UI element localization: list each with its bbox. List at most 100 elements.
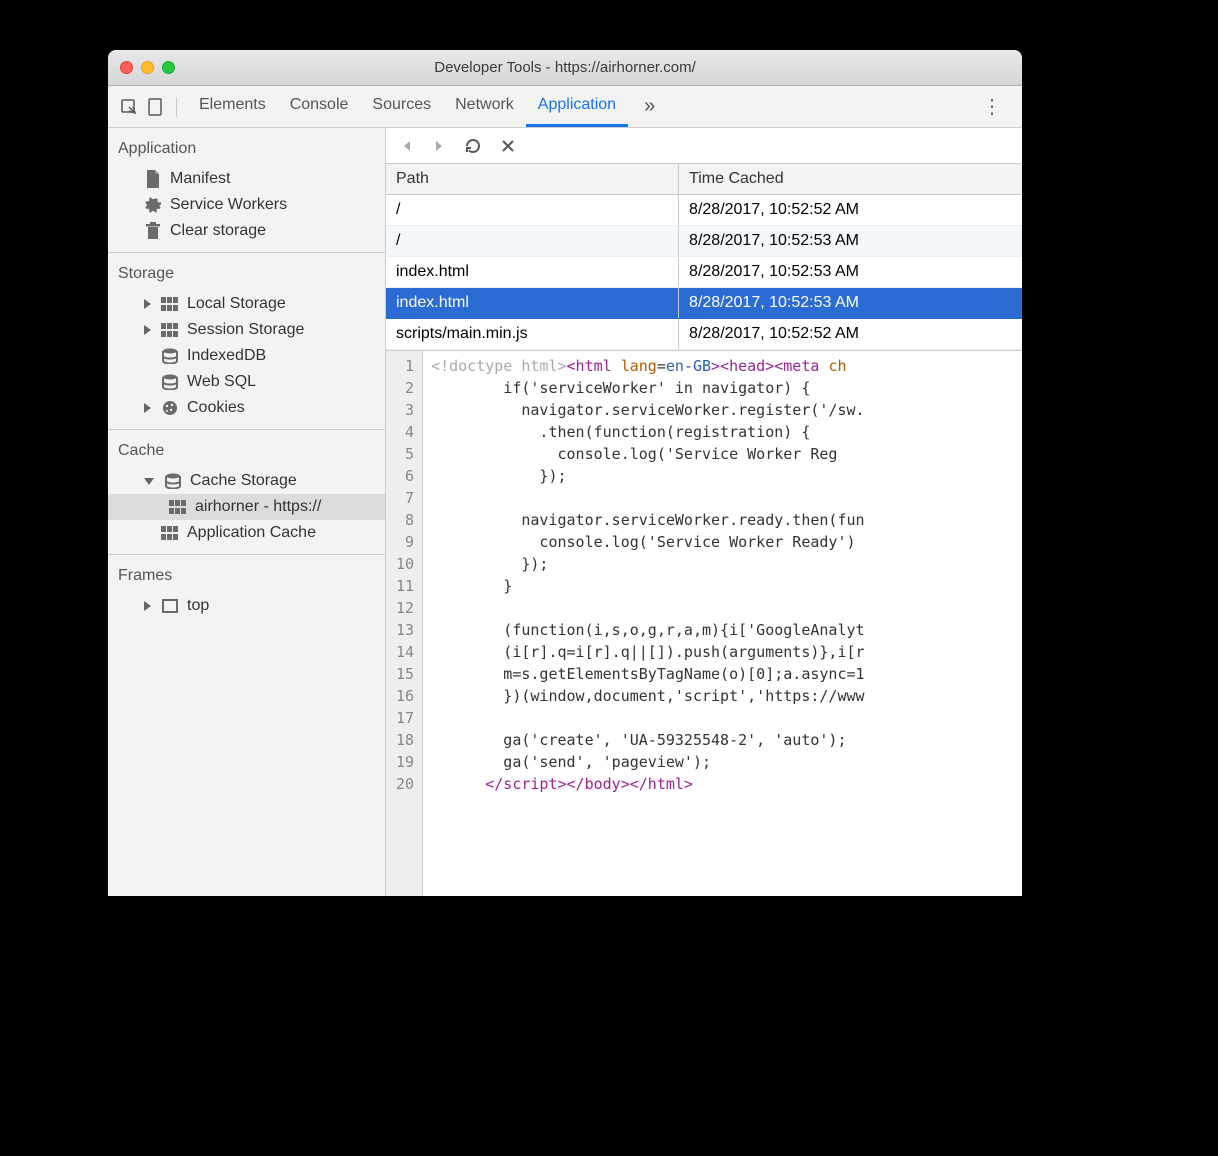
code-line	[431, 597, 864, 619]
device-toolbar-icon[interactable]	[144, 96, 166, 118]
tab-network[interactable]: Network	[443, 88, 526, 126]
line-number: 2	[396, 377, 414, 399]
delete-icon[interactable]	[500, 138, 516, 154]
code-line: console.log('Service Worker Reg	[431, 443, 864, 465]
section-title: Frames	[108, 555, 385, 593]
chevron-right-icon	[144, 299, 151, 309]
line-number: 12	[396, 597, 414, 619]
line-number: 9	[396, 531, 414, 553]
sidebar-item-label: Service Workers	[170, 196, 287, 214]
sidebar-item-airhorner-https[interactable]: airhorner - https://	[108, 494, 385, 520]
table-row[interactable]: /8/28/2017, 10:52:53 AM	[386, 226, 1022, 257]
sidebar-item-session-storage[interactable]: Session Storage	[108, 317, 385, 343]
sidebar-item-service-workers[interactable]: Service Workers	[108, 192, 385, 218]
refresh-icon[interactable]	[464, 137, 482, 155]
sidebar-item-top[interactable]: top	[108, 593, 385, 619]
table-row[interactable]: /8/28/2017, 10:52:52 AM	[386, 195, 1022, 226]
line-number: 10	[396, 553, 414, 575]
sidebar-item-label: Local Storage	[187, 295, 286, 313]
tab-elements[interactable]: Elements	[187, 88, 278, 126]
sidebar-item-clear-storage[interactable]: Clear storage	[108, 218, 385, 244]
sidebar-item-indexeddb[interactable]: IndexedDB	[108, 343, 385, 369]
sidebar-item-web-sql[interactable]: Web SQL	[108, 369, 385, 395]
chevron-right-icon	[144, 403, 151, 413]
table-row[interactable]: index.html8/28/2017, 10:52:53 AM	[386, 257, 1022, 288]
line-number: 4	[396, 421, 414, 443]
code-line: navigator.serviceWorker.register('/sw.	[431, 399, 864, 421]
cell-time: 8/28/2017, 10:52:53 AM	[679, 226, 1022, 257]
db-icon	[161, 347, 179, 365]
line-number: 8	[396, 509, 414, 531]
line-number: 20	[396, 773, 414, 795]
chevron-down-icon	[144, 478, 154, 485]
sidebar-item-label: airhorner - https://	[195, 498, 321, 516]
nav-back-icon[interactable]	[400, 139, 414, 153]
devtools-body: Application Manifest Service Workers Clear …	[108, 128, 1022, 896]
line-number: 5	[396, 443, 414, 465]
line-number: 1	[396, 355, 414, 377]
table-row[interactable]: scripts/main.min.js8/28/2017, 10:52:52 A…	[386, 319, 1022, 350]
code-line: m=s.getElementsByTagName(o)[0];a.async=1	[431, 663, 864, 685]
grid-icon	[161, 295, 179, 313]
frame-icon	[161, 597, 179, 615]
maximize-window-button[interactable]	[162, 61, 175, 74]
code-line: })(window,document,'script','https://www	[431, 685, 864, 707]
cache-entries-table: Path Time Cached /8/28/2017, 10:52:52 AM…	[386, 164, 1022, 350]
sidebar-item-label: IndexedDB	[187, 347, 266, 365]
traffic-lights	[120, 61, 175, 74]
code-line: }	[431, 575, 864, 597]
minimize-window-button[interactable]	[141, 61, 154, 74]
sidebar-item-manifest[interactable]: Manifest	[108, 166, 385, 192]
grid-icon	[169, 498, 187, 516]
col-time-cached[interactable]: Time Cached	[679, 164, 1022, 195]
chevron-right-icon	[144, 325, 151, 335]
cell-time: 8/28/2017, 10:52:53 AM	[679, 288, 1022, 319]
cell-time: 8/28/2017, 10:52:52 AM	[679, 195, 1022, 226]
db-icon	[161, 373, 179, 391]
tab-console[interactable]: Console	[278, 88, 361, 126]
section-title: Application	[108, 128, 385, 166]
kebab-menu-button[interactable]: ⋮	[972, 94, 1012, 119]
table-row[interactable]: index.html8/28/2017, 10:52:53 AM	[386, 288, 1022, 319]
main-panel: Path Time Cached /8/28/2017, 10:52:52 AM…	[386, 128, 1022, 896]
close-window-button[interactable]	[120, 61, 133, 74]
line-number: 3	[396, 399, 414, 421]
cache-toolbar	[386, 128, 1022, 164]
tab-sources[interactable]: Sources	[360, 88, 443, 126]
col-path[interactable]: Path	[386, 164, 679, 195]
more-tabs-button[interactable]: »	[632, 95, 667, 118]
tab-application[interactable]: Application	[526, 88, 628, 127]
line-number: 16	[396, 685, 414, 707]
sidebar-item-label: Web SQL	[187, 373, 256, 391]
inspect-element-icon[interactable]	[118, 96, 140, 118]
cell-path: index.html	[386, 257, 679, 288]
code-line: (i[r].q=i[r].q||[]).push(arguments)},i[r	[431, 641, 864, 663]
line-number: 19	[396, 751, 414, 773]
line-number: 7	[396, 487, 414, 509]
sidebar-item-application-cache[interactable]: Application Cache	[108, 520, 385, 546]
code-line	[431, 707, 864, 729]
source-code: <!doctype html><html lang=en-GB><head><m…	[423, 351, 872, 896]
window-title: Developer Tools - https://airhorner.com/	[108, 59, 1022, 76]
code-line: console.log('Service Worker Ready')	[431, 531, 864, 553]
grid-icon	[161, 524, 179, 542]
sidebar-item-label: Cache Storage	[190, 472, 297, 490]
line-number: 13	[396, 619, 414, 641]
sidebar-item-cache-storage[interactable]: Cache Storage	[108, 468, 385, 494]
sidebar-item-cookies[interactable]: Cookies	[108, 395, 385, 421]
code-line: (function(i,s,o,g,r,a,m){i['GoogleAnalyt	[431, 619, 864, 641]
line-number: 14	[396, 641, 414, 663]
sidebar-item-label: top	[187, 597, 209, 615]
nav-forward-icon[interactable]	[432, 139, 446, 153]
devtools-tabbar: ElementsConsoleSourcesNetworkApplication…	[108, 86, 1022, 128]
code-line: navigator.serviceWorker.ready.then(fun	[431, 509, 864, 531]
code-line: ga('create', 'UA-59325548-2', 'auto');	[431, 729, 864, 751]
sidebar-item-label: Manifest	[170, 170, 230, 188]
line-number: 11	[396, 575, 414, 597]
sidebar-item-local-storage[interactable]: Local Storage	[108, 291, 385, 317]
code-line: });	[431, 465, 864, 487]
code-line: });	[431, 553, 864, 575]
grid-icon	[161, 321, 179, 339]
line-gutter: 1234567891011121314151617181920	[386, 351, 423, 896]
cell-time: 8/28/2017, 10:52:52 AM	[679, 319, 1022, 350]
